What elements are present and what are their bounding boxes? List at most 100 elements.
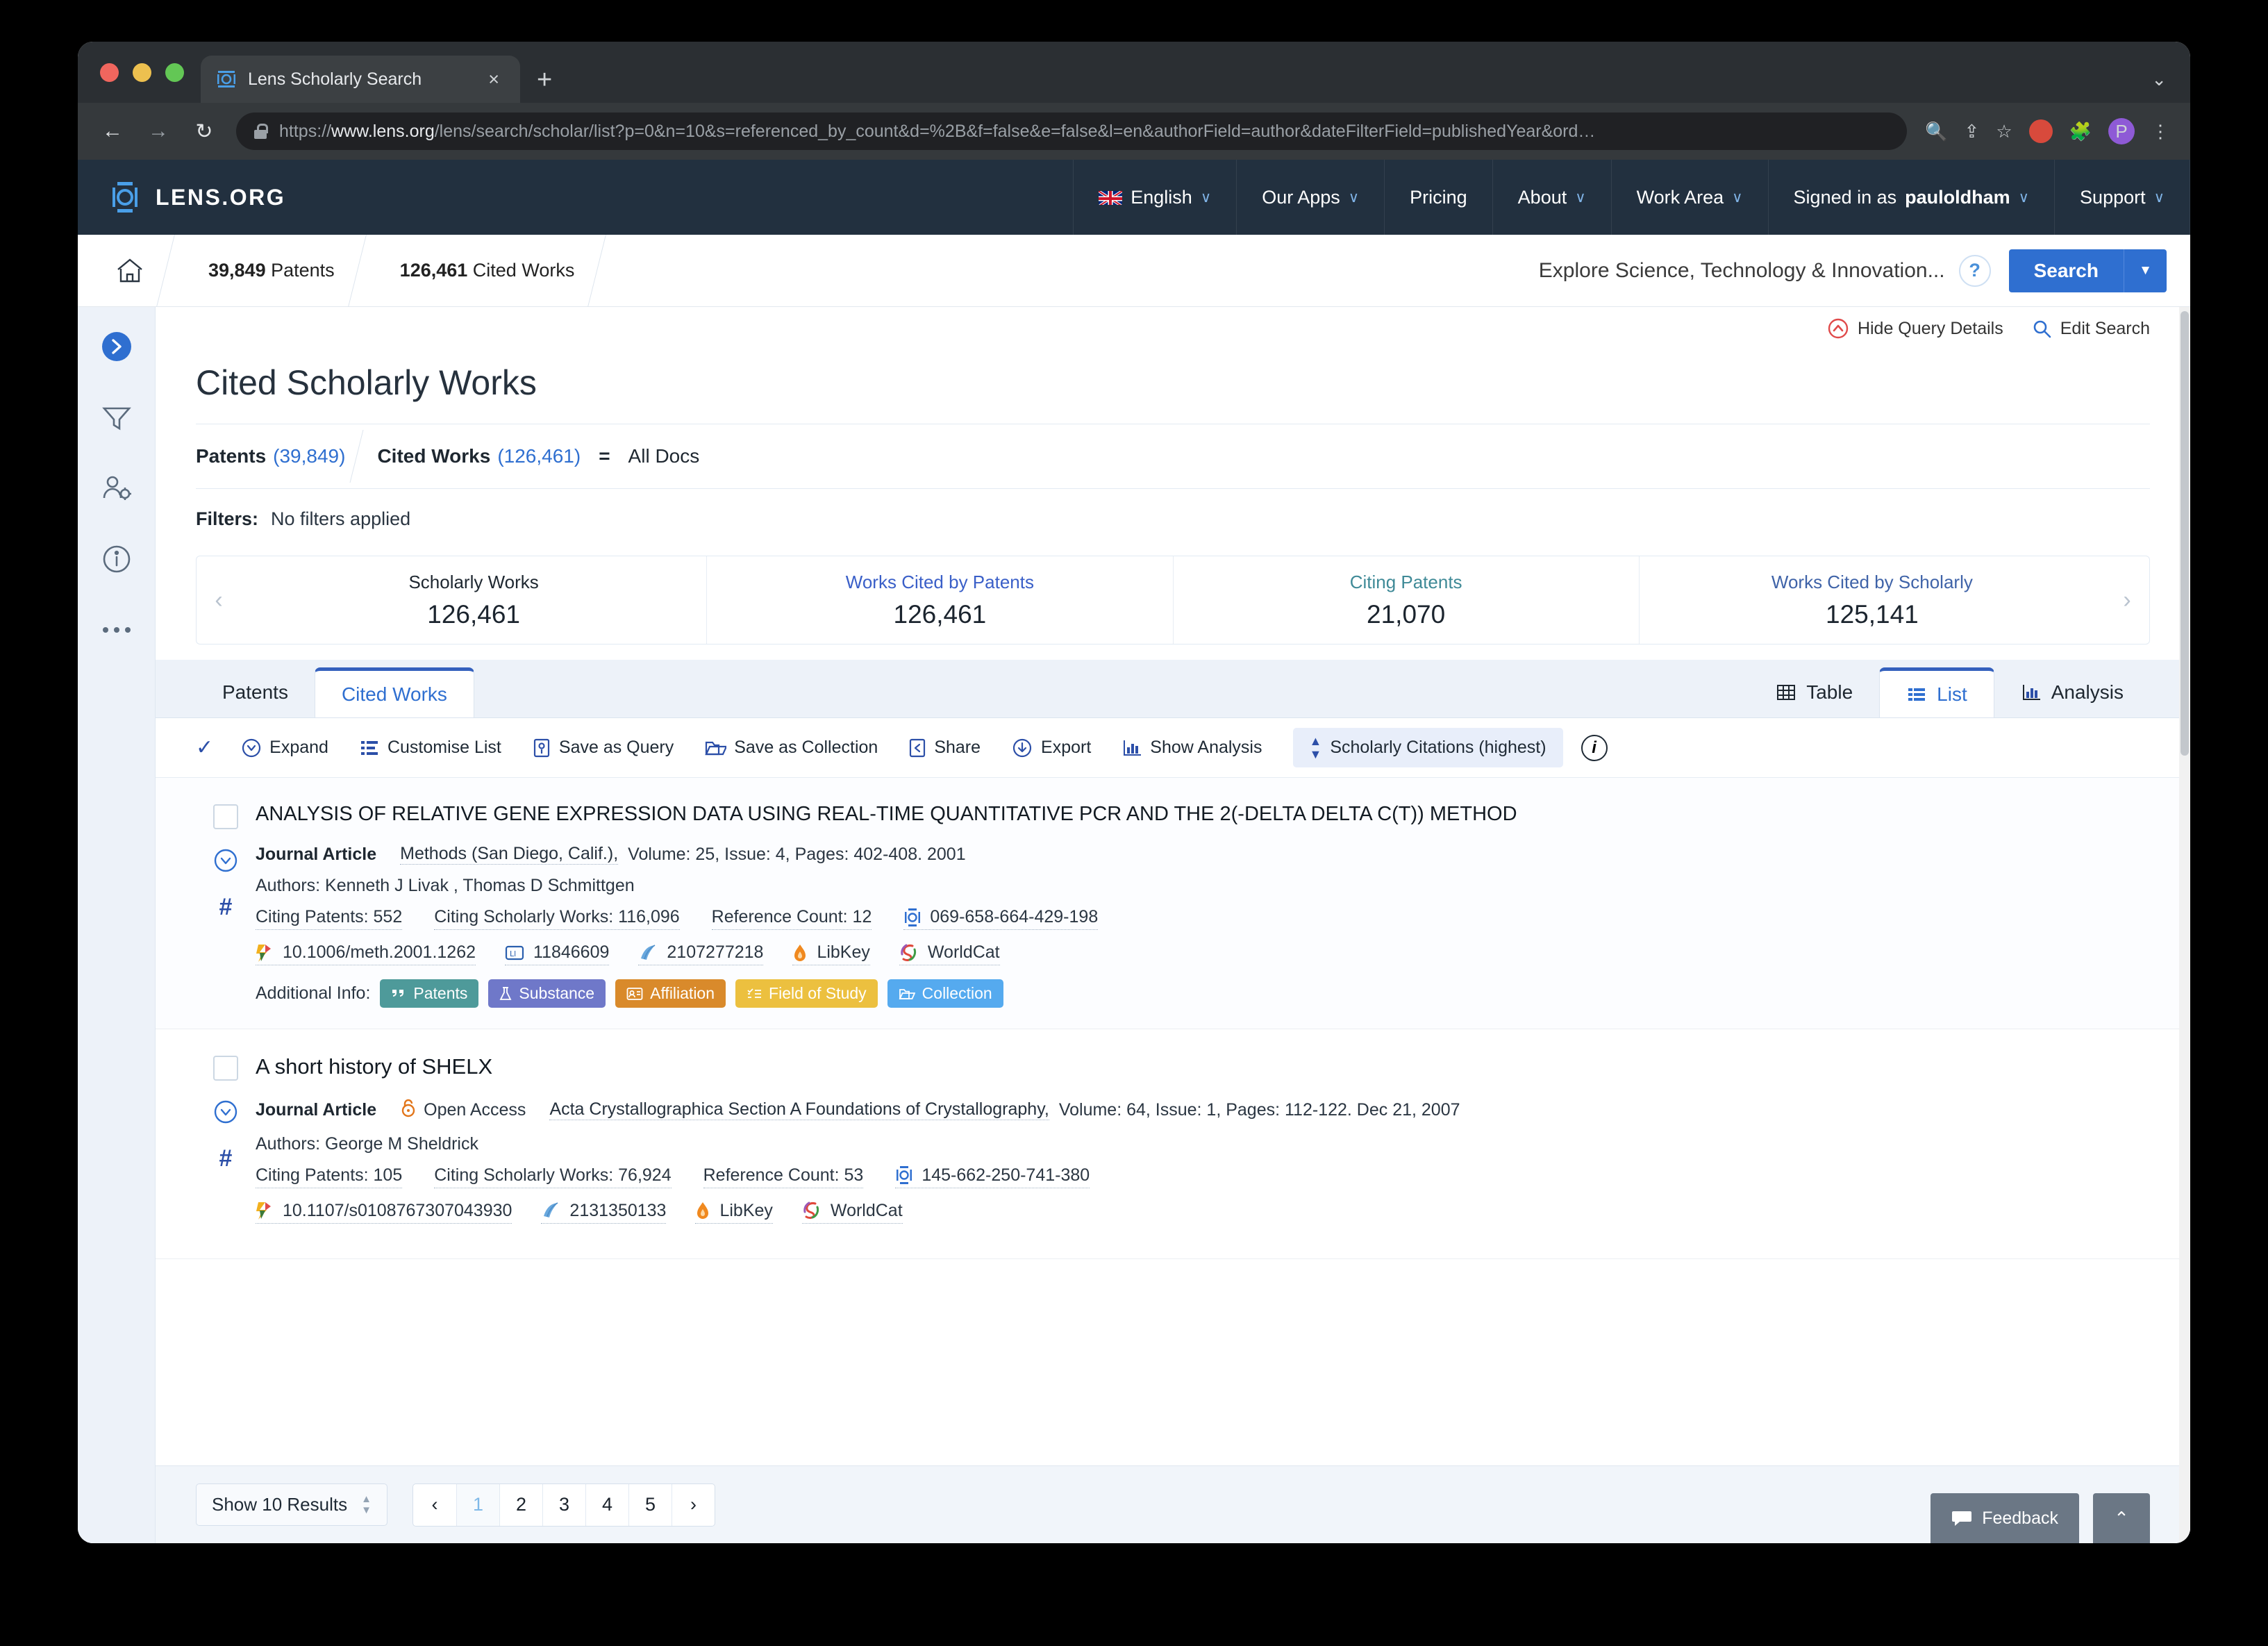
query-segment-cited-works[interactable]: Cited Works (126,461) bbox=[377, 445, 581, 467]
back-button[interactable]: ← bbox=[99, 119, 126, 143]
stat-card-scholarly-works[interactable]: Scholarly Works 126,461 bbox=[241, 556, 706, 644]
reference-count[interactable]: Reference Count: 53 bbox=[703, 1165, 864, 1188]
page-button-3[interactable]: 3 bbox=[542, 1483, 585, 1526]
query-segment-patents[interactable]: Patents (39,849) bbox=[196, 445, 345, 467]
tab-cited-works[interactable]: Cited Works bbox=[314, 667, 474, 717]
nav-item-work-area[interactable]: Work Area ∨ bbox=[1610, 160, 1768, 235]
forward-button[interactable]: → bbox=[144, 119, 172, 143]
select-all-checkmark-icon[interactable]: ✓ bbox=[196, 735, 213, 760]
share-icon[interactable]: ⇪ bbox=[1965, 121, 1980, 142]
nav-item-account[interactable]: Signed in as pauloldham ∨ bbox=[1767, 160, 2055, 235]
page-button-5[interactable]: 5 bbox=[628, 1483, 672, 1526]
nav-item-our-apps[interactable]: Our Apps ∨ bbox=[1236, 160, 1384, 235]
result-title[interactable]: ANALYSIS OF RELATIVE GENE EXPRESSION DAT… bbox=[256, 801, 2150, 827]
edit-search-button[interactable]: Edit Search bbox=[2031, 318, 2150, 339]
stats-prev-button[interactable]: ‹ bbox=[197, 556, 241, 644]
page-button-1[interactable]: 1 bbox=[456, 1483, 499, 1526]
user-settings-icon[interactable] bbox=[97, 468, 137, 508]
page-prev-button[interactable]: ‹ bbox=[413, 1484, 456, 1526]
badge-field-of-study[interactable]: Field of Study bbox=[735, 979, 878, 1008]
doi-link[interactable]: 10.1006/meth.2001.1262 bbox=[256, 942, 476, 966]
tab-list[interactable]: List bbox=[1879, 667, 1994, 717]
stat-card-works-cited-by-scholarly[interactable]: Works Cited by Scholarly 125,141 bbox=[1638, 556, 2105, 644]
pubmed-link[interactable]: Ll 11846609 bbox=[505, 942, 610, 966]
reference-count[interactable]: Reference Count: 12 bbox=[711, 907, 872, 931]
badge-affiliation[interactable]: Affiliation bbox=[615, 979, 726, 1008]
help-icon[interactable]: ? bbox=[1958, 254, 1991, 287]
citing-scholarly-works-count[interactable]: Citing Scholarly Works: 116,096 bbox=[434, 907, 680, 931]
result-title[interactable]: A short history of SHELX bbox=[256, 1053, 2150, 1081]
profile-avatar[interactable]: P bbox=[2108, 118, 2135, 144]
record-number-icon[interactable]: # bbox=[219, 895, 233, 919]
reload-button[interactable]: ↻ bbox=[190, 119, 218, 144]
scroll-to-top-button[interactable]: ⌃ bbox=[2093, 1493, 2150, 1543]
scrollbar-thumb[interactable] bbox=[2181, 311, 2189, 756]
browser-tab[interactable]: Lens Scholarly Search × bbox=[201, 56, 520, 103]
save-as-query-button[interactable]: Save as Query bbox=[532, 738, 674, 758]
home-icon[interactable] bbox=[99, 257, 161, 285]
libkey-link[interactable]: LibKey bbox=[695, 1201, 773, 1224]
nav-item-language[interactable]: English ∨ bbox=[1073, 160, 1236, 235]
extension-icon[interactable] bbox=[2028, 119, 2053, 143]
show-analysis-button[interactable]: Show Analysis bbox=[1122, 738, 1262, 758]
share-button[interactable]: Share bbox=[908, 738, 981, 758]
badge-collection[interactable]: Collection bbox=[887, 979, 1003, 1008]
result-journal[interactable]: Methods (San Diego, Calif.), bbox=[400, 844, 619, 865]
site-logo[interactable]: LENS.ORG bbox=[78, 160, 317, 235]
expand-record-icon[interactable] bbox=[212, 1099, 239, 1129]
results-per-page-select[interactable]: Show 10 Results ▲ ▼ bbox=[196, 1483, 387, 1526]
microsoft-academic-link[interactable]: 2131350133 bbox=[541, 1201, 667, 1224]
stat-card-citing-patents[interactable]: Citing Patents 21,070 bbox=[1172, 556, 1639, 644]
result-journal[interactable]: Acta Crystallographica Section A Foundat… bbox=[549, 1099, 1049, 1121]
feedback-button[interactable]: Feedback bbox=[1931, 1493, 2079, 1543]
tab-patents[interactable]: Patents bbox=[196, 667, 315, 717]
nav-item-about[interactable]: About ∨ bbox=[1492, 160, 1611, 235]
worldcat-link[interactable]: WorldCat bbox=[801, 1201, 903, 1224]
search-input[interactable]: Explore Science, Technology & Innovation… bbox=[1539, 259, 1945, 283]
breadcrumb-cited-works[interactable]: 126,461 Cited Works bbox=[382, 260, 593, 281]
expand-panel-icon[interactable] bbox=[97, 326, 137, 367]
worldcat-link[interactable]: WorldCat bbox=[899, 942, 1000, 966]
vertical-scrollbar[interactable] bbox=[2179, 307, 2190, 1543]
browser-menu-icon[interactable]: ⋮ bbox=[2151, 121, 2169, 142]
nav-item-pricing[interactable]: Pricing bbox=[1384, 160, 1492, 235]
search-zoom-icon[interactable]: 🔍 bbox=[1925, 121, 1947, 142]
close-window-button[interactable] bbox=[100, 63, 119, 82]
doi-link[interactable]: 10.1107/s0108767307043930 bbox=[256, 1201, 512, 1224]
search-dropdown-caret-icon[interactable]: ▼ bbox=[2124, 249, 2167, 292]
minimize-window-button[interactable] bbox=[133, 63, 151, 82]
lens-id[interactable]: 145-662-250-741-380 bbox=[895, 1165, 1090, 1188]
page-button-2[interactable]: 2 bbox=[499, 1483, 542, 1526]
badge-patents[interactable]: Patents bbox=[380, 979, 479, 1008]
search-button[interactable]: Search bbox=[2008, 249, 2124, 292]
info-circle-icon[interactable] bbox=[97, 539, 137, 579]
customise-list-button[interactable]: Customise List bbox=[359, 738, 501, 758]
bookmark-star-icon[interactable]: ☆ bbox=[1996, 121, 2012, 142]
microsoft-academic-link[interactable]: 2107277218 bbox=[638, 942, 764, 966]
new-tab-button[interactable]: + bbox=[537, 67, 552, 93]
close-tab-icon[interactable]: × bbox=[483, 67, 505, 92]
badge-substance[interactable]: Substance bbox=[488, 979, 606, 1008]
citing-patents-count[interactable]: Citing Patents: 105 bbox=[256, 1165, 403, 1188]
expand-button[interactable]: Expand bbox=[241, 738, 328, 758]
result-checkbox[interactable] bbox=[213, 1056, 238, 1081]
record-number-icon[interactable]: # bbox=[219, 1147, 233, 1170]
address-bar[interactable]: https://www.lens.org/lens/search/scholar… bbox=[236, 113, 1908, 150]
expand-record-icon[interactable] bbox=[212, 847, 239, 877]
citing-patents-count[interactable]: Citing Patents: 552 bbox=[256, 907, 403, 931]
maximize-window-button[interactable] bbox=[165, 63, 184, 82]
extensions-puzzle-icon[interactable]: 🧩 bbox=[2069, 121, 2092, 142]
breadcrumb-patents[interactable]: 39,849 Patents bbox=[190, 260, 353, 281]
sort-dropdown[interactable]: ▲ ▼ Scholarly Citations (highest) bbox=[1292, 728, 1563, 767]
info-circle-icon[interactable]: i bbox=[1581, 734, 1608, 761]
result-checkbox[interactable] bbox=[213, 804, 238, 829]
citing-scholarly-works-count[interactable]: Citing Scholarly Works: 76,924 bbox=[434, 1165, 672, 1188]
filter-funnel-icon[interactable] bbox=[97, 397, 137, 438]
stats-next-button[interactable]: › bbox=[2105, 556, 2149, 644]
hide-query-details-button[interactable]: Hide Query Details bbox=[1827, 317, 2003, 340]
tab-list-chevron-icon[interactable]: ⌄ bbox=[2151, 69, 2190, 103]
lens-id[interactable]: 069-658-664-429-198 bbox=[903, 907, 1099, 931]
page-button-4[interactable]: 4 bbox=[585, 1483, 628, 1526]
stat-card-works-cited-by-patents[interactable]: Works Cited by Patents 126,461 bbox=[706, 556, 1172, 644]
save-as-collection-button[interactable]: Save as Collection bbox=[704, 738, 878, 758]
